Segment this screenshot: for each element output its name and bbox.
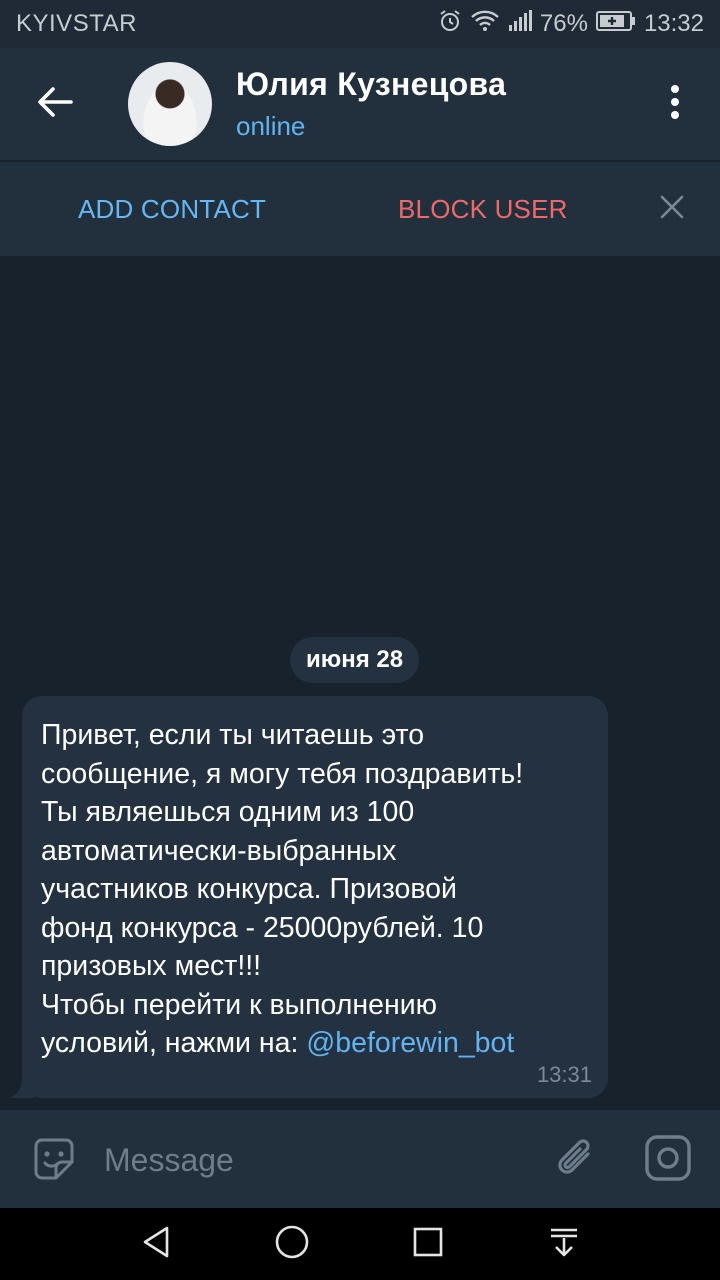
attach-button[interactable] xyxy=(552,1134,600,1186)
battery-percent: 76% xyxy=(539,10,588,37)
battery-icon xyxy=(595,10,636,38)
home-circle-icon xyxy=(274,1224,310,1265)
avatar[interactable] xyxy=(128,62,212,146)
back-arrow-icon xyxy=(37,86,73,123)
message-body: Привет, если ты читаешь это сообщение, я… xyxy=(41,719,524,1059)
status-icons: 76% 13:32 xyxy=(438,9,704,40)
message-input-bar xyxy=(0,1110,720,1208)
bot-mention-link[interactable]: @beforewin_bot xyxy=(306,1027,514,1059)
back-triangle-icon xyxy=(141,1225,171,1264)
online-status: online xyxy=(236,111,306,141)
camera-icon xyxy=(644,1135,692,1186)
notifications-down-icon xyxy=(548,1226,580,1263)
chat-title: Юлия Кузнецова xyxy=(236,66,507,102)
status-bar: KYIVSTAR 76% 13:32 xyxy=(0,0,720,48)
alarm-icon xyxy=(438,9,462,40)
message-text: Привет, если ты читаешь это сообщение, я… xyxy=(41,716,590,1063)
recents-square-icon xyxy=(412,1226,444,1263)
chat-title-area[interactable]: Юлия Кузнецова online xyxy=(236,66,630,142)
more-options-button[interactable] xyxy=(630,48,720,160)
carrier-name: KYIVSTAR xyxy=(16,10,137,37)
message-input[interactable] xyxy=(104,1138,524,1182)
message-bubble[interactable]: Привет, если ты читаешь это сообщение, я… xyxy=(22,696,608,1098)
nav-recents-button[interactable] xyxy=(408,1224,448,1264)
clock-time: 13:32 xyxy=(643,10,704,37)
message-time: 13:31 xyxy=(536,1062,592,1087)
close-action-bar-button[interactable] xyxy=(652,189,692,229)
more-vert-icon xyxy=(670,84,680,124)
camera-button[interactable] xyxy=(644,1134,692,1182)
date-separator: июня 28 xyxy=(290,637,420,683)
nav-home-button[interactable] xyxy=(272,1224,312,1264)
telegram-chat-screen: KYIVSTAR 76% 13:32 Юлия Кузнецова online… xyxy=(0,0,720,1280)
message-list[interactable]: июня 28 Привет, если ты читаешь это сооб… xyxy=(0,256,720,1110)
back-button[interactable] xyxy=(0,48,110,160)
nav-back-button[interactable] xyxy=(136,1224,176,1264)
nav-notifications-button[interactable] xyxy=(544,1224,584,1264)
chat-header: Юлия Кузнецова online xyxy=(0,48,720,160)
attach-icon xyxy=(552,1139,600,1190)
wifi-icon xyxy=(470,9,500,40)
close-icon xyxy=(660,195,684,224)
add-contact-button[interactable]: ADD CONTACT xyxy=(78,194,266,225)
spam-action-bar: ADD CONTACT BLOCK USER xyxy=(0,162,720,256)
date-label: июня 28 xyxy=(306,646,404,673)
sticker-icon xyxy=(30,1138,78,1188)
sticker-button[interactable] xyxy=(30,1136,78,1184)
system-nav-bar xyxy=(0,1208,720,1280)
signal-icon xyxy=(508,9,532,39)
block-user-button[interactable]: BLOCK USER xyxy=(398,194,568,225)
